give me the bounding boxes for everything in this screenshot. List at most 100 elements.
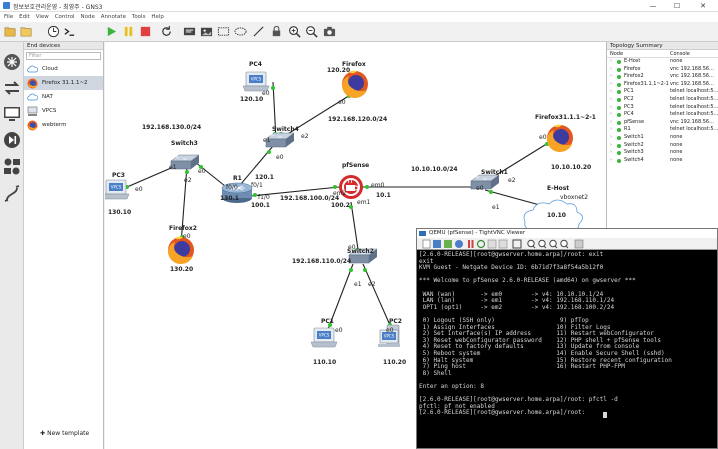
device-item-cloud[interactable]: Cloud bbox=[24, 62, 103, 76]
screenshot-icon[interactable] bbox=[323, 25, 336, 38]
topology-row[interactable]: › pfSense vnc 192.168.56... bbox=[607, 119, 718, 127]
expand-arrow-icon[interactable]: › bbox=[610, 81, 612, 89]
col-console[interactable]: Console bbox=[670, 50, 690, 58]
topology-row[interactable]: › Switch4 none bbox=[607, 157, 718, 165]
menu-help[interactable]: Help bbox=[151, 12, 164, 22]
cloud-icon bbox=[27, 92, 39, 103]
vnc-terminal[interactable]: [2.6.0-RELEASE][root@gwserver.home.arpa]… bbox=[417, 251, 717, 448]
menu-tools[interactable]: Tools bbox=[132, 12, 146, 22]
vnc-info-icon[interactable] bbox=[455, 240, 463, 248]
expand-arrow-icon[interactable]: › bbox=[610, 104, 612, 112]
expand-arrow-icon[interactable]: › bbox=[610, 111, 612, 119]
vnc-ctrl-icon[interactable] bbox=[487, 239, 497, 249]
topology-row[interactable]: › PC2 telnet localhost:5... bbox=[607, 96, 718, 104]
topology-node-name: PC2 bbox=[624, 95, 634, 102]
device-item-nat[interactable]: NAT bbox=[24, 90, 103, 104]
device-filter-input[interactable]: Filter bbox=[26, 52, 101, 60]
ellipse-icon[interactable] bbox=[234, 25, 247, 38]
expand-arrow-icon[interactable]: › bbox=[610, 119, 612, 127]
topology-row[interactable]: › Switch1 none bbox=[607, 134, 718, 142]
topology-row[interactable]: › Switch2 none bbox=[607, 142, 718, 150]
expand-arrow-icon[interactable]: › bbox=[610, 142, 612, 150]
vnc-close-icon[interactable] bbox=[574, 239, 584, 249]
topology-row[interactable]: › Switch3 none bbox=[607, 149, 718, 157]
expand-arrow-icon[interactable]: › bbox=[610, 88, 612, 96]
zoom-out-icon[interactable] bbox=[305, 25, 318, 38]
vnc-zoom-in-icon[interactable] bbox=[527, 239, 536, 249]
menu-view[interactable]: View bbox=[36, 12, 49, 22]
pc4-node[interactable] bbox=[242, 71, 270, 92]
menu-file[interactable]: File bbox=[4, 12, 13, 22]
vnc-alt-icon[interactable] bbox=[498, 239, 508, 249]
col-node[interactable]: Node bbox=[610, 50, 623, 58]
topology-row[interactable]: › R1 telnet localhost:5... bbox=[607, 126, 718, 134]
firefox3-node[interactable] bbox=[547, 124, 573, 153]
pfsense-if-em0: em0 bbox=[371, 182, 385, 189]
topology-row[interactable]: › Firefox31.1.1~2-1 vnc 192.168.56... bbox=[607, 81, 718, 89]
pc3-node[interactable] bbox=[105, 179, 130, 200]
play-icon[interactable] bbox=[105, 25, 118, 38]
device-item-vpcs[interactable]: VPCS bbox=[24, 104, 103, 118]
vnc-new-icon[interactable] bbox=[422, 239, 431, 249]
maximize-button[interactable]: ☐ bbox=[668, 1, 686, 11]
vnc-save-icon[interactable] bbox=[433, 240, 441, 248]
topology-row[interactable]: › PC4 telnet localhost:5... bbox=[607, 111, 718, 119]
topology-row[interactable]: › Firefox2 vnc 192.168.56... bbox=[607, 73, 718, 81]
terminal-line: *** Welcome to pfSense 2.6.0-RELEASE (am… bbox=[419, 277, 636, 285]
expand-arrow-icon[interactable]: › bbox=[610, 58, 612, 66]
zoom-in-icon[interactable] bbox=[288, 25, 301, 38]
topology-row[interactable]: › PC1 telnet localhost:5... bbox=[607, 88, 718, 96]
pc1-node[interactable] bbox=[310, 327, 338, 348]
close-button[interactable]: ✕ bbox=[694, 1, 712, 11]
expand-arrow-icon[interactable]: › bbox=[610, 134, 612, 142]
vnc-options-icon[interactable] bbox=[444, 240, 452, 248]
menu-annotate[interactable]: Annotate bbox=[101, 12, 126, 22]
topology-row[interactable]: › E-Host none bbox=[607, 58, 718, 66]
topology-row[interactable]: › Firefox vnc 192.168.56... bbox=[607, 66, 718, 74]
expand-arrow-icon[interactable]: › bbox=[610, 96, 612, 104]
console-icon[interactable] bbox=[63, 25, 76, 38]
minimize-button[interactable]: — bbox=[644, 1, 662, 11]
browse-security-icon[interactable] bbox=[2, 130, 22, 150]
add-link-icon[interactable] bbox=[2, 184, 22, 204]
vnc-fullscreen-icon[interactable] bbox=[512, 239, 522, 249]
expand-arrow-icon[interactable]: › bbox=[610, 126, 612, 134]
vnc-zoom-actual-icon[interactable] bbox=[560, 239, 569, 249]
menu-control[interactable]: Control bbox=[55, 12, 75, 22]
browse-end-devices-icon[interactable] bbox=[2, 104, 22, 124]
new-template-label: New template bbox=[47, 430, 90, 437]
vnc-zoom-fit-icon[interactable] bbox=[549, 239, 558, 249]
lock-icon[interactable] bbox=[270, 25, 283, 38]
line-icon[interactable] bbox=[252, 25, 265, 38]
menu-node[interactable]: Node bbox=[81, 12, 95, 22]
terminal-cursor bbox=[603, 412, 607, 418]
new-template-button[interactable]: ✚ New template bbox=[40, 430, 89, 437]
stop-icon[interactable] bbox=[139, 25, 152, 38]
pause-icon[interactable] bbox=[122, 25, 135, 38]
image-icon[interactable] bbox=[200, 25, 213, 38]
vnc-viewer-window[interactable]: QEMU (pfSense) - TightVNC Viewer [2.6.0-… bbox=[416, 228, 718, 449]
menu-edit[interactable]: Edit bbox=[19, 12, 30, 22]
vnc-pause-icon[interactable] bbox=[468, 240, 474, 248]
expand-arrow-icon[interactable]: › bbox=[610, 149, 612, 157]
device-item-firefox[interactable]: Firefox 31.1.1~2 bbox=[24, 76, 103, 90]
expand-arrow-icon[interactable]: › bbox=[610, 66, 612, 74]
browse-switches-icon[interactable] bbox=[2, 78, 22, 98]
firefox-node[interactable] bbox=[342, 70, 368, 99]
topology-console: none bbox=[670, 149, 683, 156]
device-item-webterm[interactable]: webterm bbox=[24, 118, 103, 132]
note-icon[interactable] bbox=[183, 25, 196, 38]
folder-open-icon[interactable] bbox=[4, 25, 17, 38]
browse-routers-icon[interactable] bbox=[2, 52, 22, 72]
folder-icon[interactable] bbox=[20, 25, 33, 38]
vnc-refresh-icon[interactable] bbox=[476, 239, 486, 249]
reload-icon[interactable] bbox=[160, 25, 173, 38]
expand-arrow-icon[interactable]: › bbox=[610, 73, 612, 81]
browse-all-icon[interactable] bbox=[2, 156, 22, 176]
vnc-zoom-out-icon[interactable] bbox=[538, 239, 547, 249]
topology-row[interactable]: › PC3 telnet localhost:5... bbox=[607, 104, 718, 112]
firefox2-node[interactable] bbox=[168, 236, 194, 265]
expand-arrow-icon[interactable]: › bbox=[610, 157, 612, 165]
rectangle-icon[interactable] bbox=[217, 25, 230, 38]
clock-icon[interactable] bbox=[47, 25, 60, 38]
